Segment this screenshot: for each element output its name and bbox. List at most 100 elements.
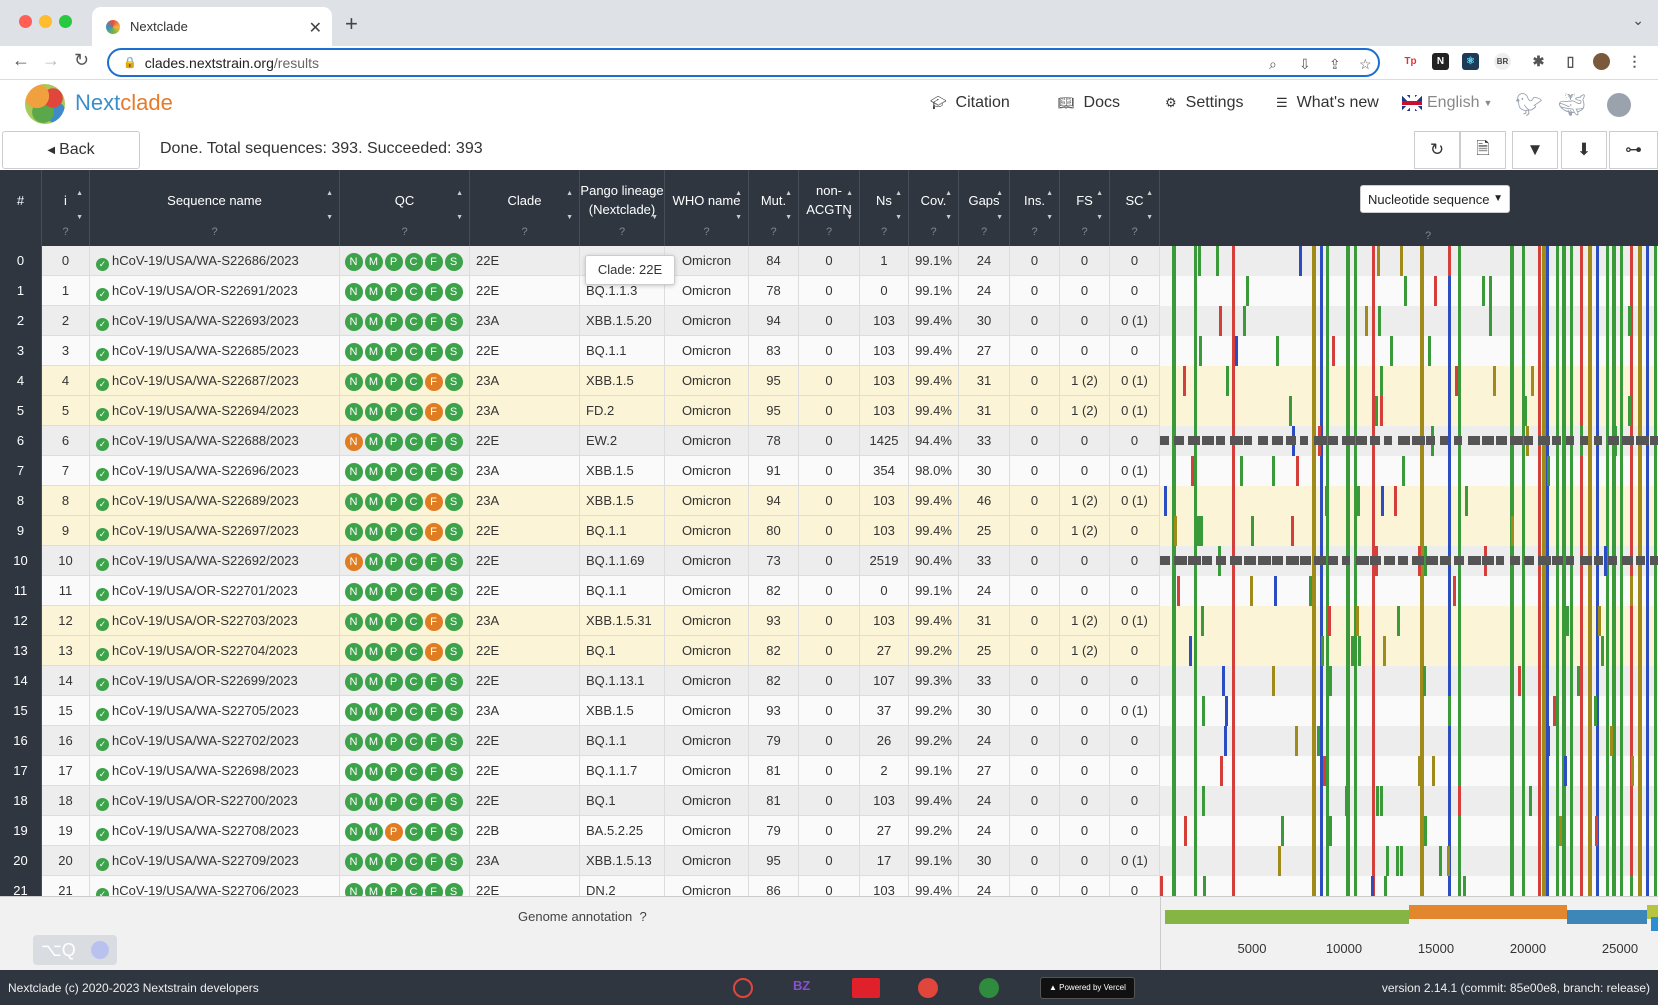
nav-settings[interactable]: ⚙ Settings [1165,94,1243,112]
mutation-mark[interactable] [1312,696,1316,726]
mutation-mark[interactable] [1448,576,1451,606]
mutation-mark[interactable] [1556,666,1559,696]
window-minimize-button[interactable] [39,15,52,28]
mutation-mark[interactable] [1654,846,1657,876]
mutation-mark[interactable] [1546,396,1549,426]
mutation-mark[interactable] [1326,576,1329,606]
table-row[interactable]: 8 8 ✓ hCoV-19/USA/WA-S22689/2023 N M P C F S 23A XB… [0,486,1160,516]
mutation-mark[interactable] [1570,456,1573,486]
qc-badge[interactable]: C [404,853,423,871]
sort-descending-icon[interactable]: ▼ [326,208,333,227]
qc-badge[interactable]: N [344,523,363,541]
mutation-mark[interactable] [1376,786,1379,816]
mutation-mark[interactable] [1580,666,1583,696]
mutation-mark[interactable] [1428,336,1431,366]
mutation-mark[interactable] [1323,756,1326,786]
mutation-mark[interactable] [1596,726,1599,756]
sequence-view-select[interactable]: Nucleotide sequence ▼ [1360,185,1510,213]
qc-badge[interactable]: F [424,823,443,841]
mutation-mark[interactable] [1588,696,1592,726]
mutation-mark[interactable] [1458,246,1461,276]
mutation-mark[interactable] [1546,306,1549,336]
qc-badge[interactable]: N [344,253,363,271]
qc-badge[interactable]: N [344,373,363,391]
qc-badge[interactable]: C [404,613,423,631]
mutation-mark[interactable] [1588,726,1592,756]
mutation-mark[interactable] [1601,636,1604,666]
mutation-mark[interactable] [1326,456,1329,486]
mutation-mark[interactable] [1570,396,1573,426]
mutation-mark[interactable] [1620,246,1623,276]
mutation-mark[interactable] [1638,306,1642,336]
mutation-mark[interactable] [1562,726,1566,756]
mutation-mark[interactable] [1312,246,1316,276]
qc-badge[interactable]: P [384,283,403,301]
mutation-mark[interactable] [1596,846,1599,876]
mutation-mark[interactable] [1522,816,1525,846]
reload-icon[interactable]: ↻ [74,50,89,71]
mutation-mark[interactable] [1312,876,1316,896]
column-header-ns[interactable]: Ns? ▲ ▼ [860,170,909,246]
sort-ascending-icon[interactable]: ▲ [76,184,83,203]
mutation-mark[interactable] [1194,816,1197,846]
mutation-mark[interactable] [1654,456,1657,486]
mutation-mark[interactable] [1418,756,1421,786]
mutation-mark[interactable] [1358,636,1361,666]
mutation-mark[interactable] [1588,576,1592,606]
mutation-mark[interactable] [1570,666,1573,696]
mutation-mark[interactable] [1522,336,1525,366]
sort-descending-icon[interactable]: ▼ [1146,208,1153,227]
mutation-mark[interactable] [1194,366,1197,396]
mutation-mark[interactable] [1320,666,1323,696]
share-icon[interactable]: ⇪ [1329,56,1341,73]
mutation-mark[interactable] [1326,696,1329,726]
profile-avatar[interactable] [1593,53,1610,70]
mutation-mark[interactable] [1356,606,1359,636]
mutation-mark[interactable] [1320,786,1323,816]
mutation-mark[interactable] [1232,696,1235,726]
mutation-mark[interactable] [1448,666,1451,696]
qc-badge[interactable]: N [344,553,363,571]
qc-badge[interactable]: C [404,883,423,896]
mutation-mark[interactable] [1546,816,1549,846]
mutation-mark[interactable] [1372,336,1375,366]
mutation-mark[interactable] [1372,666,1375,696]
column-header-clade[interactable]: Clade? ▲ ▼ [470,170,580,246]
mutation-mark[interactable] [1553,696,1556,726]
mutation-mark[interactable] [1194,726,1197,756]
mutation-mark[interactable] [1299,246,1302,276]
mutation-mark[interactable] [1556,456,1559,486]
qc-badge[interactable]: M [364,673,383,691]
mutation-mark[interactable] [1458,516,1461,546]
mutation-mark[interactable] [1606,756,1609,786]
mutation-mark[interactable] [1654,396,1657,426]
qc-badge[interactable]: C [404,583,423,601]
sort-descending-icon[interactable]: ▼ [1096,208,1103,227]
mutation-mark[interactable] [1620,846,1623,876]
qc-badge[interactable]: S [444,583,463,601]
mutation-mark[interactable] [1588,846,1592,876]
mutation-mark[interactable] [1546,666,1549,696]
sort-descending-icon[interactable]: ▼ [945,208,952,227]
mutation-mark[interactable] [1172,726,1176,756]
qc-badge[interactable]: C [404,373,423,391]
mutation-mark[interactable] [1202,786,1205,816]
mutation-mark[interactable] [1201,606,1204,636]
column-help-icon[interactable]: ? [340,223,469,242]
mutation-mark[interactable] [1580,366,1583,396]
mutation-mark[interactable] [1630,456,1633,486]
window-zoom-button[interactable] [59,15,72,28]
qc-badge[interactable]: F [424,853,443,871]
mutation-mark[interactable] [1630,246,1633,276]
table-row[interactable]: 15 15 ✓ hCoV-19/USA/WA-S22705/2023 N M P C F S 23A… [0,696,1160,726]
qc-badge[interactable]: N [344,403,363,421]
mutation-mark[interactable] [1246,276,1249,306]
sort-ascending-icon[interactable]: ▲ [895,184,902,203]
mutation-mark[interactable] [1606,516,1609,546]
table-row[interactable]: 5 5 ✓ hCoV-19/USA/WA-S22694/2023 N M P C F S 23A FD… [0,396,1160,426]
mutation-mark[interactable] [1354,276,1357,306]
mutation-mark[interactable] [1448,636,1451,666]
mutation-mark[interactable] [1522,456,1525,486]
mutation-mark[interactable] [1654,756,1657,786]
mutation-mark[interactable] [1620,456,1623,486]
